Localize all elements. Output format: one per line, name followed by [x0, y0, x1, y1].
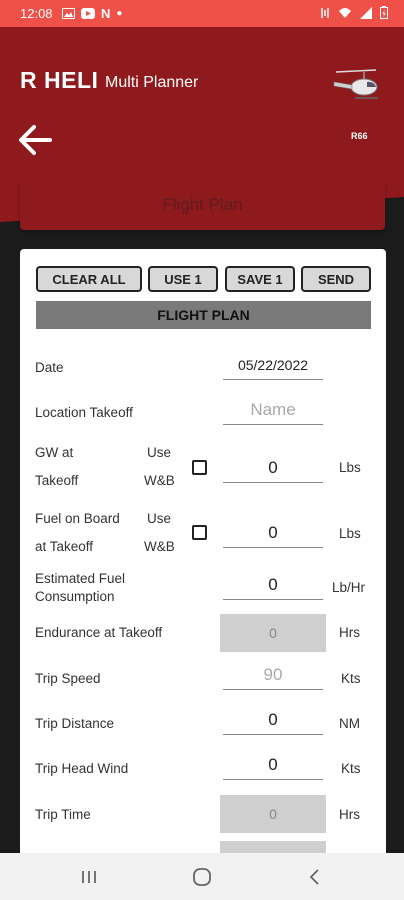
battery-charging-icon — [380, 6, 388, 19]
fob-unit: Lbs — [339, 526, 361, 541]
recent-apps-icon[interactable] — [78, 866, 100, 888]
wifi-icon — [339, 7, 351, 18]
gw-takeoff-input[interactable]: 0 — [223, 454, 323, 483]
flight-plan-card: CLEAR ALL USE 1 SAVE 1 SEND FLIGHT PLAN … — [20, 249, 386, 869]
home-icon[interactable] — [191, 866, 213, 888]
head-wind-label: Trip Head Wind — [35, 761, 129, 776]
clear-all-button[interactable]: CLEAR ALL — [36, 266, 142, 292]
efc-label-line2: Consumption — [35, 589, 115, 604]
endurance-label: Endurance at Takeoff — [35, 625, 163, 640]
status-bar: 12:08 N ● — [0, 0, 404, 27]
trip-time-unit: Hrs — [339, 807, 360, 822]
fob-takeoff-input[interactable]: 0 — [223, 519, 323, 548]
trip-speed-unit: Kts — [341, 671, 361, 686]
trip-speed-input[interactable]: 90 — [223, 661, 323, 690]
use-1-button[interactable]: USE 1 — [148, 266, 218, 292]
back-arrow-icon[interactable] — [16, 120, 56, 160]
efc-unit: Lb/Hr — [332, 580, 366, 595]
trip-distance-input[interactable]: 0 — [223, 706, 323, 735]
notification-icons: N ● — [62, 6, 122, 21]
fob-label-line1: Fuel on Board — [35, 511, 120, 526]
gw-label-line2: Takeoff — [35, 473, 79, 488]
head-wind-unit: Kts — [341, 761, 361, 776]
app-subtitle: Multi Planner — [105, 74, 199, 91]
fob-label-line2: at Takeoff — [35, 539, 94, 554]
status-time: 12:08 — [20, 6, 53, 21]
endurance-unit: Hrs — [339, 625, 360, 640]
app-title: R HELI — [20, 67, 99, 93]
helicopter-icon — [333, 69, 378, 99]
trip-time-label: Trip Time — [35, 807, 91, 822]
mute-icon — [321, 7, 329, 18]
efc-input[interactable]: 0 — [223, 571, 323, 600]
gw-use-wb-checkbox[interactable] — [192, 460, 207, 475]
image-icon — [62, 8, 75, 19]
efc-label-line1: Estimated Fuel — [35, 571, 126, 586]
trip-distance-unit: NM — [339, 716, 360, 731]
location-takeoff-label: Location Takeoff — [35, 405, 133, 420]
netflix-icon: N — [101, 6, 111, 21]
system-icons — [320, 6, 388, 19]
system-nav-bar — [0, 853, 404, 900]
dot-icon: ● — [116, 8, 123, 19]
date-field[interactable]: 05/22/2022 — [223, 351, 323, 380]
date-label: Date — [35, 360, 64, 375]
send-button[interactable]: SEND — [301, 266, 371, 292]
back-nav-icon[interactable] — [304, 866, 326, 888]
location-takeoff-input[interactable]: Name — [223, 396, 323, 425]
gw-use-label: Use — [147, 445, 172, 460]
trip-speed-label: Trip Speed — [35, 671, 101, 686]
fob-wb-label: W&B — [144, 539, 175, 554]
trip-time-output: 0 — [220, 795, 326, 833]
trip-distance-label: Trip Distance — [35, 716, 115, 731]
save-1-button[interactable]: SAVE 1 — [225, 266, 295, 292]
gw-unit: Lbs — [339, 460, 361, 475]
action-bar: CLEAR ALL USE 1 SAVE 1 SEND — [36, 266, 371, 294]
signal-icon — [360, 6, 372, 19]
endurance-output: 0 — [220, 614, 326, 652]
fob-use-label: Use — [147, 511, 172, 526]
section-header: FLIGHT PLAN — [36, 301, 371, 329]
gw-wb-label: W&B — [144, 473, 175, 488]
fob-use-wb-checkbox[interactable] — [192, 525, 207, 540]
head-wind-input[interactable]: 0 — [223, 751, 323, 780]
aircraft-label: R66 — [351, 131, 368, 141]
gw-label-line1: GW at — [35, 445, 74, 460]
flight-plan-button[interactable]: Flight Plan — [20, 180, 385, 230]
youtube-icon — [81, 8, 95, 19]
